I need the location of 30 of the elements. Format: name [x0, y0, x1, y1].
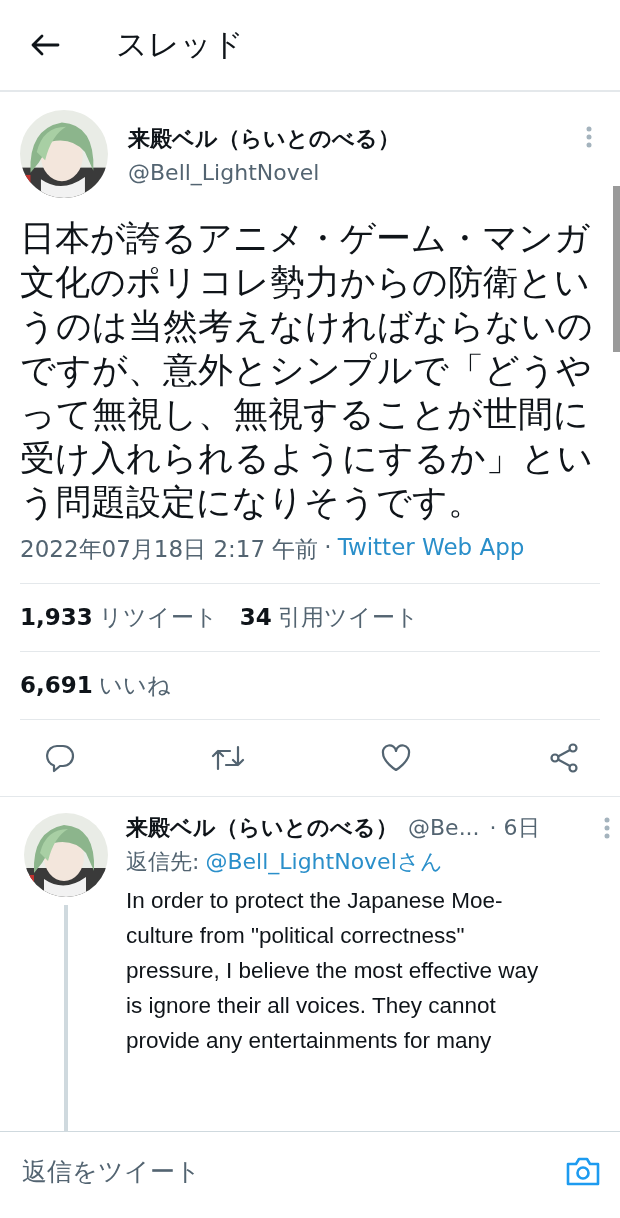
likes-count[interactable]: 6,691 いいね: [20, 670, 171, 701]
reply-author-handle: @Be...: [408, 815, 480, 840]
author-handle: @Bell_LightNovel: [128, 159, 321, 185]
reply-to-label: 返信先:: [126, 848, 200, 876]
share-icon: [548, 742, 580, 774]
timestamp: 2022年07月18日 2:17 午前: [20, 535, 319, 564]
heart-icon: [380, 743, 412, 773]
camera-icon[interactable]: [566, 1156, 600, 1186]
back-arrow-icon[interactable]: [30, 33, 60, 57]
retweet-icon: [211, 743, 245, 773]
separator: ·: [324, 534, 332, 562]
reply-text-line: is ignore their all voices. They cannot: [126, 992, 497, 1020]
scrollbar[interactable]: [613, 186, 620, 352]
source-link[interactable]: Twitter Web App: [337, 534, 525, 565]
stat-count[interactable]: 34 引用ツイート: [239, 602, 419, 633]
reply-text-line: culture from "political correctness": [126, 922, 466, 950]
more-icon[interactable]: [586, 126, 592, 148]
reply-text-line: provide any entertainments for many: [126, 1027, 493, 1055]
reply-to-link[interactable]: @Bell_LightNovelさん: [205, 847, 443, 877]
reply-text-line: In order to protect the Japanese Moe-: [126, 887, 504, 915]
author-name: 来殿ベル（らいとのべる）: [128, 124, 400, 153]
reply-author-name: 来殿ベル（らいとのべる）: [126, 814, 398, 842]
tweet-text: 日本が誇るアニメ・ゲーム・マンガ文化のポリコレ勢力からの防衛というのは当然考えなければならないのですが、意外とシンプルで「どうやって無視し、無視することが世間に受け入れられるようにするか」という問題設定になりそうです。: [20, 217, 594, 524]
reply-text-line: pressure, I believe the most effective way: [126, 957, 540, 985]
reply-time: · 6日: [489, 814, 540, 842]
reply-icon: [44, 742, 76, 774]
page-title: スレッド: [116, 25, 244, 64]
stat-count[interactable]: 1,933 リツイート: [20, 602, 218, 633]
more-icon[interactable]: [604, 817, 610, 839]
reply-input-field[interactable]: 返信をツイート: [20, 1155, 566, 1187]
